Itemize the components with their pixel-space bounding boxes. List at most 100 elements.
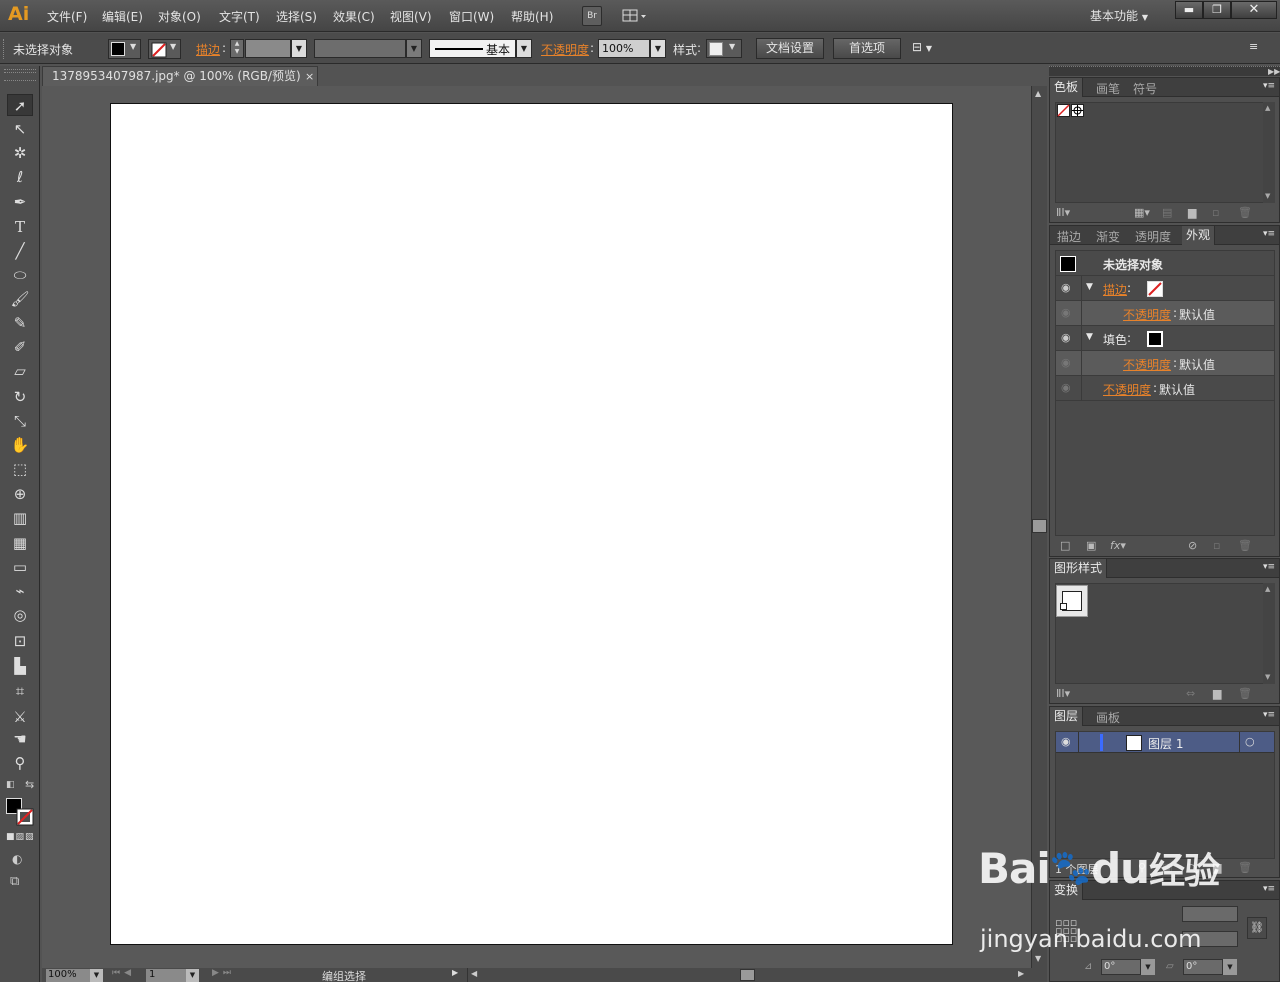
layer-row[interactable]: ◉ 图层 1 ○	[1056, 732, 1274, 753]
width-profile-dropdown[interactable]: ▼	[406, 39, 422, 58]
rotate-angle-dropdown[interactable]: ▼	[1141, 959, 1155, 975]
hand-tool[interactable]: ☚	[7, 728, 33, 750]
stroke-opacity-row[interactable]: ◉ 不透明度 : 默认值	[1056, 301, 1274, 326]
grip-handle[interactable]	[3, 39, 6, 59]
fx-icon[interactable]: fx▾	[1110, 539, 1126, 552]
constrain-proportions-icon[interactable]: ⛓	[1247, 917, 1267, 939]
new-color-group-icon[interactable]: ▆	[1188, 206, 1196, 219]
layer-name[interactable]: 图层 1	[1148, 735, 1183, 752]
brush-definition[interactable]: 基本	[429, 39, 516, 58]
free-transform-tool[interactable]: ⬚	[7, 458, 33, 480]
style-libraries-icon[interactable]: ⅡⅠ▾	[1056, 687, 1070, 700]
tab-gradient[interactable]: 渐变	[1096, 228, 1120, 245]
paintbrush-tool[interactable]: 🖌	[7, 288, 33, 310]
swatch-libraries-icon[interactable]: ⅡⅠ▾	[1056, 206, 1070, 219]
styles-scrollbar[interactable]: ▲ ▼	[1263, 583, 1275, 684]
add-fill-icon[interactable]: ▣	[1086, 539, 1096, 552]
tab-transparency[interactable]: 透明度	[1135, 228, 1171, 245]
artboard-dropdown[interactable]: ▼	[186, 969, 199, 982]
type-tool[interactable]: T	[7, 216, 33, 238]
scale-tool[interactable]: ⤡	[7, 410, 33, 432]
new-style-icon[interactable]: ▆	[1213, 687, 1221, 700]
opacity-attr-label[interactable]: 不透明度	[1123, 306, 1171, 323]
blend-tool[interactable]: ◎	[7, 604, 33, 626]
duplicate-item-icon[interactable]: ▫	[1213, 539, 1220, 552]
opacity-input[interactable]: 100%	[598, 39, 650, 58]
eraser-tool[interactable]: ▱	[7, 360, 33, 382]
close-window-button[interactable]: ✕	[1231, 1, 1277, 19]
tab-layers[interactable]: 图层	[1050, 707, 1084, 726]
stroke-label[interactable]: 描边	[196, 41, 220, 58]
triangle-down-icon[interactable]: ▼	[1086, 332, 1093, 342]
fill-black-swatch[interactable]	[1147, 331, 1163, 347]
zoom-level-input[interactable]: 100%	[46, 969, 90, 982]
tab-swatches[interactable]: 色板	[1050, 78, 1084, 97]
tab-stroke[interactable]: 描边	[1057, 228, 1081, 245]
default-graphic-style[interactable]	[1056, 585, 1088, 617]
swatch-grid[interactable]	[1055, 102, 1264, 203]
mesh-tool[interactable]: ▦	[7, 532, 33, 554]
trash-icon[interactable]: 🗑	[1238, 539, 1252, 552]
ellipse-tool[interactable]: ⬭	[7, 264, 33, 286]
panel-menu-icon[interactable]: ▾≡	[1263, 229, 1275, 239]
menu-help[interactable]: 帮助(H)	[511, 8, 553, 25]
direct-selection-tool[interactable]: ↖	[7, 118, 33, 140]
rotate-angle-input[interactable]: 0°	[1101, 959, 1141, 975]
shear-angle-dropdown[interactable]: ▼	[1223, 959, 1237, 975]
arrange-objects-button[interactable]: ⊟ ▼	[912, 40, 932, 54]
eye-icon[interactable]: ◉	[1061, 306, 1071, 319]
menu-view[interactable]: 视图(V)	[390, 8, 432, 25]
target-circle-icon[interactable]: ○	[1245, 735, 1255, 748]
zoom-dropdown[interactable]: ▼	[90, 969, 103, 982]
eyedropper-tool[interactable]: ⌁	[7, 580, 33, 602]
panel-menu-icon[interactable]: ▾≡	[1263, 710, 1275, 720]
artboard-number-input[interactable]: 1	[146, 969, 186, 982]
slice-tool[interactable]: ⚔	[7, 706, 33, 728]
perspective-grid-tool[interactable]: ▥	[7, 507, 33, 529]
menu-file[interactable]: 文件(F)	[47, 8, 87, 25]
graphic-style-picker[interactable]: ▼	[706, 39, 742, 58]
opacity-attr-label[interactable]: 不透明度	[1103, 381, 1151, 398]
opacity-dropdown[interactable]: ▼	[650, 39, 666, 58]
default-colors-icon[interactable]: ◧	[6, 780, 15, 790]
hscroll-thumb[interactable]	[740, 969, 755, 981]
magic-wand-tool[interactable]: ✲	[7, 142, 33, 164]
panel-menu-icon[interactable]: ▾≡	[1263, 884, 1275, 894]
panel-dock-grip[interactable]	[1049, 66, 1280, 76]
eye-icon[interactable]: ◉	[1061, 281, 1071, 294]
control-panel-menu-icon[interactable]: ≡	[1249, 40, 1258, 53]
document-tab[interactable]: 1378953407987.jpg* @ 100% (RGB/预览) ×	[42, 66, 318, 86]
scroll-up-icon[interactable]: ▲	[1035, 89, 1041, 98]
zoom-tool[interactable]: ⚲	[7, 752, 33, 774]
tab-symbols[interactable]: 符号	[1133, 80, 1157, 97]
add-stroke-icon[interactable]: □	[1060, 539, 1070, 552]
blob-brush-tool[interactable]: ✐	[7, 336, 33, 358]
break-link-icon[interactable]: ⇔	[1186, 687, 1195, 700]
eye-icon[interactable]: ◉	[1061, 331, 1071, 344]
minimize-button[interactable]: ▬	[1175, 1, 1203, 19]
vertical-scrollbar[interactable]: ▲ ▼	[1031, 86, 1047, 968]
swatch-registration[interactable]	[1071, 104, 1084, 117]
panel-menu-icon[interactable]: ▾≡	[1263, 562, 1275, 572]
eye-icon[interactable]: ◉	[1061, 356, 1071, 369]
color-mode-buttons[interactable]: ■▨▧	[6, 832, 36, 842]
menu-type[interactable]: 文字(T)	[219, 8, 260, 25]
toolbar-grip[interactable]	[4, 69, 36, 73]
line-tool[interactable]: ╱	[7, 240, 33, 262]
symbol-sprayer-tool[interactable]: ⊡	[7, 630, 33, 652]
selection-tool[interactable]: ➚	[7, 94, 33, 116]
workspace-switcher[interactable]: 基本功能 ▼	[1090, 7, 1148, 24]
artboard-nav-prev[interactable]: ⏮◀	[112, 968, 135, 978]
show-kinds-icon[interactable]: ▦▾	[1134, 206, 1150, 219]
swatch-none[interactable]	[1057, 104, 1070, 117]
stroke-weight-stepper[interactable]: ▲ ▼	[230, 39, 244, 58]
fill-opacity-row[interactable]: ◉ 不透明度 : 默认值	[1056, 351, 1274, 376]
stroke-weight-input[interactable]	[245, 39, 291, 58]
arrange-documents-button[interactable]	[620, 6, 652, 26]
tab-graphic-styles[interactable]: 图形样式	[1050, 559, 1108, 578]
artboard-nav-next[interactable]: ▶⏭	[212, 968, 235, 978]
menu-edit[interactable]: 编辑(E)	[102, 8, 143, 25]
fill-row[interactable]: ◉ ▼ 填色 :	[1056, 326, 1274, 351]
menu-object[interactable]: 对象(O)	[158, 8, 201, 25]
drawing-mode-icon[interactable]: ◐	[12, 852, 22, 866]
